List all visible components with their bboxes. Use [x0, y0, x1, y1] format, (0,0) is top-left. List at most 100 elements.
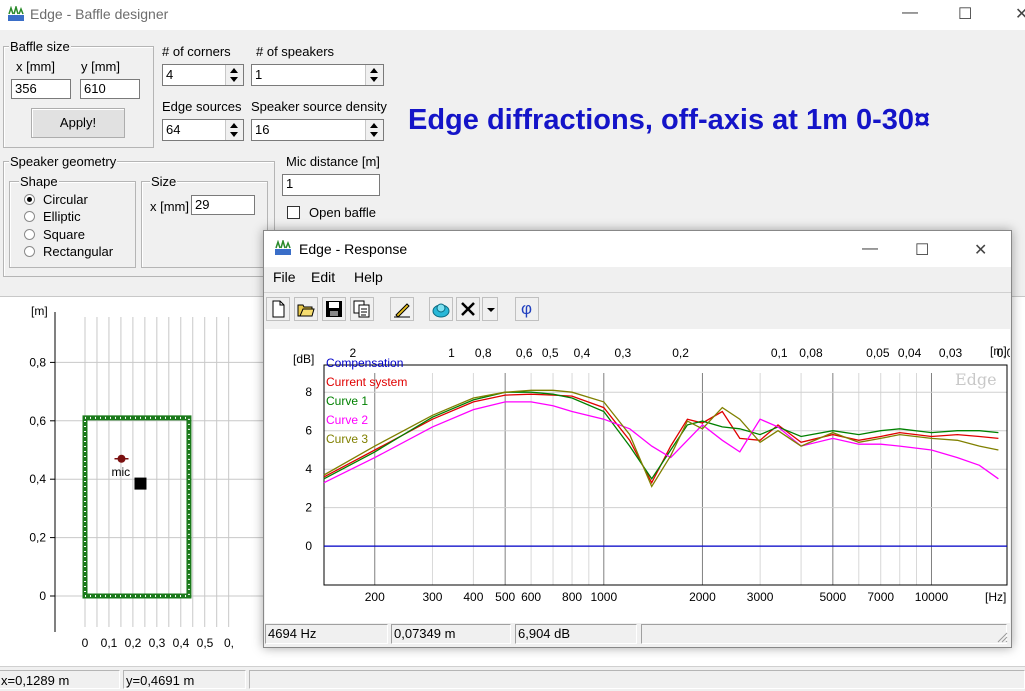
response-title-bar: Edge - Response — ☐ ✕: [264, 231, 1011, 267]
mic-marker-icon[interactable]: [114, 454, 129, 463]
speaker-density-spinner[interactable]: 16: [251, 119, 384, 141]
mic-label: mic: [112, 465, 131, 479]
delete-icon: [461, 302, 475, 316]
chart-y-tick-label: 8: [305, 385, 312, 399]
radio-square[interactable]: [24, 229, 35, 240]
delete-dropdown-button[interactable]: [482, 297, 498, 321]
radio-rectangular[interactable]: [24, 246, 35, 257]
speaker-button[interactable]: [429, 297, 453, 321]
baffle-y-input[interactable]: 610: [80, 79, 140, 99]
chart-top-tick-label: 0,4: [574, 346, 591, 360]
response-status-extra: [641, 624, 1007, 644]
baffle-x-tick-label: 0,1: [101, 636, 118, 650]
chart-y-tick-label: 2: [305, 501, 312, 515]
chart-x-tick-label: 500: [495, 590, 515, 604]
chart-x-tick-label: 7000: [867, 590, 894, 604]
status-extra: [249, 670, 1025, 689]
status-y: y=0,4691 m: [123, 670, 246, 689]
edge-sources-spinner[interactable]: 64: [162, 119, 244, 141]
speaker-density-label: Speaker source density: [251, 99, 387, 114]
draw-button[interactable]: [390, 297, 414, 321]
radio-circular[interactable]: [24, 194, 35, 205]
shape-option-circular[interactable]: Circular: [43, 193, 88, 207]
spin-buttons-icon[interactable]: [365, 120, 383, 140]
delete-button[interactable]: [456, 297, 480, 321]
response-chart: 200 300 400 500 600 800 1000 2000 3000 5000 7000 10…: [293, 344, 1020, 604]
save-file-button[interactable]: [322, 297, 346, 321]
baffle-y-ticks: 0,8 0,6 0,4 0,2 0: [29, 355, 55, 603]
chart-y-tick-label: 0: [305, 539, 312, 553]
radio-elliptic[interactable]: [24, 211, 35, 222]
size-x-input[interactable]: 29: [191, 195, 255, 215]
banner-heading: Edge diffractions, off-axis at 1m 0-30¤: [408, 104, 931, 136]
edge-app-icon: [275, 240, 291, 255]
response-close-button[interactable]: ✕: [974, 240, 987, 260]
shape-option-rectangular[interactable]: Rectangular: [43, 245, 113, 259]
menu-edit[interactable]: Edit: [311, 269, 335, 285]
chart-top-tick-label: 1: [448, 346, 455, 360]
shape-option-elliptic[interactable]: Elliptic: [43, 210, 81, 224]
phase-icon: φ: [521, 299, 533, 318]
new-file-button[interactable]: [266, 297, 290, 321]
spin-buttons-icon[interactable]: [225, 65, 243, 85]
chart-top-tick-label: 0,1: [771, 346, 788, 360]
response-window[interactable]: Edge - Response — ☐ ✕ File Edit Help φ 2…: [263, 230, 1020, 648]
baffle-plot-svg: [m] 0,8 0,6 0,4 0,2 0 0 0,1 0,2 0,3 0,4 0,5 0, mic: [29, 304, 265, 650]
chart-series: [323, 389, 1007, 547]
maximize-button[interactable]: ☐: [958, 4, 972, 24]
chart-x-tick-label: 10000: [915, 590, 949, 604]
main-title-bar: Edge - Baffle designer — ☐ ✕: [0, 0, 1025, 30]
baffle-x-tick-label: 0: [82, 636, 89, 650]
status-x: x=0,1289 m: [0, 670, 120, 689]
chart-watermark: Edge: [955, 370, 997, 389]
corners-spinner[interactable]: 4: [162, 64, 244, 86]
chart-x-unit: [Hz]: [985, 590, 1006, 604]
baffle-x-tick-label: 0,5: [197, 636, 214, 650]
apply-button[interactable]: Apply!: [31, 108, 125, 138]
spin-buttons-icon[interactable]: [225, 120, 243, 140]
mic-distance-label: Mic distance [m]: [286, 154, 380, 169]
speaker-marker-icon[interactable]: [134, 477, 147, 490]
speakers-spinner[interactable]: 1: [251, 64, 384, 86]
baffle-y-unit: [m]: [31, 304, 48, 318]
menu-help[interactable]: Help: [354, 269, 383, 285]
resize-grip-icon[interactable]: [996, 631, 1008, 643]
response-status-dist: 0,07349 m: [391, 624, 511, 644]
mic-distance-input[interactable]: 1: [282, 174, 380, 196]
speaker-icon: [432, 303, 450, 318]
response-maximize-button[interactable]: ☐: [915, 240, 929, 260]
baffle-x-tick-label: 0,4: [173, 636, 190, 650]
open-file-button[interactable]: [294, 297, 318, 321]
size-label: Size: [150, 174, 178, 189]
menu-file[interactable]: File: [273, 269, 296, 285]
chart-y-unit: [dB]: [293, 352, 314, 366]
phase-button[interactable]: φ: [515, 297, 539, 321]
response-chart-panel[interactable]: 200 300 400 500 600 800 1000 2000 3000 5000 7000 10…: [265, 329, 1020, 623]
edge-sources-label: Edge sources: [162, 99, 242, 114]
chart-x-tick-label: 200: [365, 590, 385, 604]
pencil-icon: [394, 303, 410, 318]
chart-top-unit: [m]: [990, 344, 1007, 358]
chart-top-tick-label: 0,03: [939, 346, 963, 360]
close-button[interactable]: ✕: [1015, 4, 1025, 24]
baffle-x-input[interactable]: 356: [11, 79, 71, 99]
edge-sources-value: 64: [166, 122, 181, 137]
chart-x-tick-label: 600: [521, 590, 541, 604]
chart-x-tick-label: 5000: [819, 590, 846, 604]
baffle-y-tick-label: 0: [39, 589, 46, 603]
copy-button[interactable]: [350, 297, 374, 321]
shape-option-square[interactable]: Square: [43, 228, 85, 242]
open-baffle-checkbox[interactable]: [287, 206, 300, 219]
spin-buttons-icon[interactable]: [365, 65, 383, 85]
baffle-y-tick-label: 0,6: [29, 414, 46, 428]
copy-icon: [353, 300, 370, 318]
chart-y-tick-labels: 0 2 4 6 8: [305, 385, 312, 553]
open-baffle-label[interactable]: Open baffle: [309, 206, 376, 220]
shape-label: Shape: [19, 174, 59, 189]
chart-legend-entry-4: Curve 3: [326, 432, 368, 446]
main-window-title: Edge - Baffle designer: [30, 6, 169, 22]
baffle-outline: [82, 415, 192, 599]
minimize-button[interactable]: —: [902, 4, 918, 22]
dropdown-arrow-icon: [487, 308, 495, 312]
response-minimize-button[interactable]: —: [862, 240, 878, 258]
